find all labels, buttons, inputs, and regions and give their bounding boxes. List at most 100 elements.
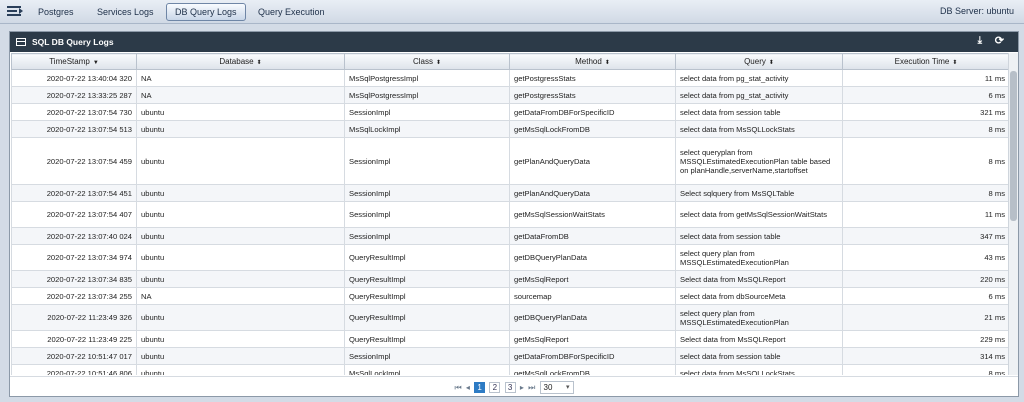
cell-class: QueryResultImpl [344,244,510,271]
cell-timestamp: 2020-07-22 10:51:47 017 [11,347,137,365]
cell-database: ubuntu [136,103,345,121]
col-header-query[interactable]: Query ⬍ [675,53,843,70]
cell-timestamp: 2020-07-22 13:07:34 974 [11,244,137,271]
cell-class: QueryResultImpl [344,270,510,288]
cell-method: getMsSqlReport [509,330,676,348]
table-row[interactable]: 2020-07-22 11:23:49 326 ubuntu QueryResult… [11,304,1009,331]
table-row[interactable]: 2020-07-22 13:07:54 459 ubuntu SessionImpl… [11,137,1009,185]
vertical-scrollbar[interactable] [1008,53,1018,375]
cell-execution-time: 21 ms [842,304,1009,331]
sort-icon: ⬍ [604,60,610,66]
table-row[interactable]: 2020-07-22 13:07:34 835 ubuntu QueryResult… [11,270,1009,288]
cell-timestamp: 2020-07-22 13:07:54 459 [11,137,137,185]
cell-timestamp: 2020-07-22 11:23:49 326 [11,304,137,331]
cell-method: getMsSqlReport [509,270,676,288]
cell-execution-time: 229 ms [842,330,1009,348]
cell-method: getMsSqlLockFromDB [509,120,676,138]
cell-database: ubuntu [136,270,345,288]
table-icon [16,38,26,46]
sort-desc-icon: ▼ [92,60,99,66]
cell-database: NA [136,86,345,104]
table-row[interactable]: 2020-07-22 13:07:34 974 ubuntu QueryResult… [11,244,1009,271]
cell-query: Select data from MsSQLReport [675,330,843,348]
cell-execution-time: 314 ms [842,347,1009,365]
cell-method: getDBQueryPlanData [509,304,676,331]
cell-query: select queryplan from MSSQLEstimatedExec… [675,137,843,185]
cell-database: ubuntu [136,120,345,138]
table-row[interactable]: 2020-07-22 11:23:49 225 ubuntu QueryResult… [11,330,1009,348]
cell-execution-time: 8 ms [842,120,1009,138]
top-nav-bar: Postgres Services Logs DB Query Logs Que… [0,0,1024,24]
cell-timestamp: 2020-07-22 13:33:25 287 [11,86,137,104]
tab-services-logs[interactable]: Services Logs [89,3,162,21]
table-row[interactable]: 2020-07-22 13:07:34 255 NA QueryResultImpl… [11,287,1009,305]
page-1-button[interactable]: 1 [474,382,486,393]
cell-timestamp: 2020-07-22 13:40:04 320 [11,69,137,87]
cell-execution-time: 6 ms [842,86,1009,104]
cell-database: ubuntu [136,184,345,202]
cell-class: MsSqlLockImpl [344,120,510,138]
table-row[interactable]: 2020-07-22 10:51:47 017 ubuntu SessionImpl… [11,347,1009,365]
col-header-class[interactable]: Class ⬍ [344,53,510,70]
last-page-icon[interactable]: ⏭ [528,383,535,393]
page-2-button[interactable]: 2 [489,382,501,393]
grid-header-row: TimeStamp ▼ Database ⬍ Class ⬍ Method ⬍ Quer… [11,53,1009,70]
query-logs-panel: SQL DB Query Logs ⤓ ⟳ TimeStamp ▼ Databas… [9,31,1019,397]
cell-timestamp: 2020-07-22 13:07:54 513 [11,120,137,138]
sort-icon: ⬍ [256,60,262,66]
cell-execution-time: 220 ms [842,270,1009,288]
refresh-icon[interactable]: ⟳ [995,34,1004,47]
tab-query-execution[interactable]: Query Execution [250,3,333,21]
download-icon[interactable]: ⤓ [978,35,982,46]
col-header-database[interactable]: Database ⬍ [136,53,345,70]
cell-database: ubuntu [136,347,345,365]
table-row[interactable]: 2020-07-22 13:07:40 024 ubuntu SessionImpl… [11,227,1009,245]
cell-query: select data from MsSQLLockStats [675,364,843,375]
cell-query: select data from pg_stat_activity [675,69,843,87]
table-row[interactable]: 2020-07-22 13:07:54 451 ubuntu SessionImpl… [11,184,1009,202]
cell-timestamp: 2020-07-22 11:23:49 225 [11,330,137,348]
cell-execution-time: 8 ms [842,364,1009,375]
cell-execution-time: 11 ms [842,201,1009,228]
table-row[interactable]: 2020-07-22 13:07:54 513 ubuntu MsSqlLockIm… [11,120,1009,138]
cell-class: SessionImpl [344,347,510,365]
cell-execution-time: 6 ms [842,287,1009,305]
first-page-icon[interactable]: ⏮ [454,383,461,393]
prev-page-icon[interactable]: ◂ [466,383,470,392]
cell-query: select data from dbSourceMeta [675,287,843,305]
next-page-icon[interactable]: ▸ [520,383,524,392]
panel-title: SQL DB Query Logs [32,37,114,47]
cell-class: SessionImpl [344,184,510,202]
menu-icon[interactable] [7,4,25,18]
scrollbar-thumb[interactable] [1010,71,1017,221]
col-header-timestamp[interactable]: TimeStamp ▼ [11,53,137,70]
cell-class: SessionImpl [344,201,510,228]
page-size-select[interactable]: 30 [539,381,574,394]
col-header-method[interactable]: Method ⬍ [509,53,676,70]
cell-timestamp: 2020-07-22 10:51:46 806 [11,364,137,375]
query-logs-grid: TimeStamp ▼ Database ⬍ Class ⬍ Method ⬍ Quer… [11,53,1009,375]
page-3-button[interactable]: 3 [504,382,516,393]
col-header-execution-time[interactable]: Execution Time ⬍ [842,53,1009,70]
cell-class: SessionImpl [344,137,510,185]
table-row[interactable]: 2020-07-22 13:40:04 320 NA MsSqlPostgressI… [11,69,1009,87]
cell-timestamp: 2020-07-22 13:07:34 835 [11,270,137,288]
sort-icon: ⬍ [768,60,774,66]
tab-postgres[interactable]: Postgres [30,3,82,21]
table-row[interactable]: 2020-07-22 10:51:46 806 ubuntu MsSqlLockIm… [11,364,1009,375]
cell-database: NA [136,287,345,305]
tab-db-query-logs[interactable]: DB Query Logs [166,3,246,21]
cell-query: select data from session table [675,347,843,365]
pagination: ⏮ ◂ 1 2 3 ▸ ⏭ 30 [10,376,1018,396]
table-row[interactable]: 2020-07-22 13:07:54 730 ubuntu SessionImpl… [11,103,1009,121]
cell-query: Select data from MsSQLReport [675,270,843,288]
cell-method: getMsSqlSessionWaitStats [509,201,676,228]
cell-database: ubuntu [136,244,345,271]
sort-icon: ⬍ [435,60,442,66]
cell-class: QueryResultImpl [344,330,510,348]
cell-database: ubuntu [136,201,345,228]
table-row[interactable]: 2020-07-22 13:07:54 407 ubuntu SessionImpl… [11,201,1009,228]
table-row[interactable]: 2020-07-22 13:33:25 287 NA MsSqlPostgressI… [11,86,1009,104]
cell-timestamp: 2020-07-22 13:07:54 730 [11,103,137,121]
cell-method: sourcemap [509,287,676,305]
